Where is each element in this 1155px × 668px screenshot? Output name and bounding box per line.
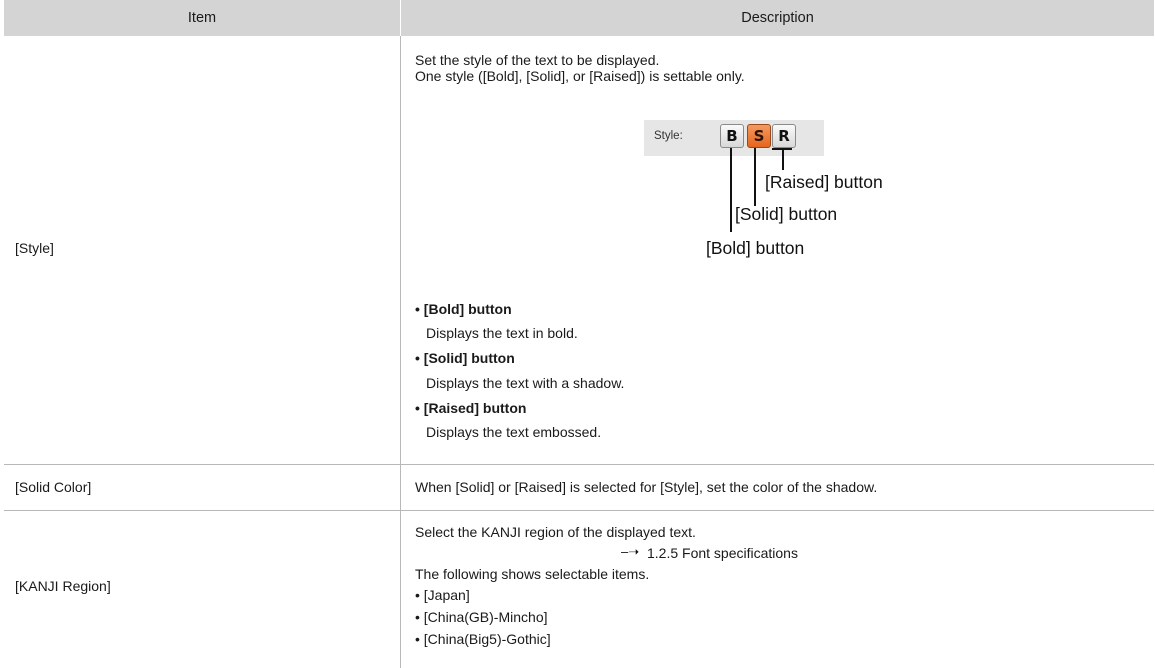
kanji-option-japan: • [Japan] bbox=[415, 587, 470, 603]
solid-button: S bbox=[747, 124, 771, 148]
row-divider bbox=[4, 510, 1154, 511]
solid-color-desc: When [Solid] or [Raised] is selected for… bbox=[415, 479, 878, 495]
raised-callout-line bbox=[782, 148, 784, 170]
bullet-solid-text: Displays the text with a shadow. bbox=[426, 375, 625, 391]
raised-callout-bracket bbox=[772, 148, 792, 150]
style-toolbar-figure: Style: B S R bbox=[644, 120, 824, 156]
bullet-raised-title: • [Raised] button bbox=[415, 400, 527, 416]
kanji-option-china-gb: • [China(GB)-Mincho] bbox=[415, 609, 548, 625]
row-kanji-region-item: [KANJI Region] bbox=[15, 578, 111, 594]
row-style-item: [Style] bbox=[15, 240, 54, 256]
bullet-bold-title: • [Bold] button bbox=[415, 301, 512, 317]
row-divider bbox=[4, 464, 1154, 465]
header-description: Description bbox=[401, 0, 1154, 36]
bold-button: B bbox=[720, 124, 744, 148]
reference-arrow-icon: ‒➝ bbox=[621, 544, 640, 559]
spec-table: Item Description [Style] Set the style o… bbox=[4, 0, 1154, 668]
solid-callout-label: [Solid] button bbox=[735, 204, 838, 224]
raised-callout-label: [Raised] button bbox=[765, 172, 883, 192]
bullet-raised-text: Displays the text embossed. bbox=[426, 424, 602, 440]
header-item: Item bbox=[4, 0, 401, 36]
kanji-desc-line1: Select the KANJI region of the displayed… bbox=[415, 524, 696, 540]
bullet-bold-text: Displays the text in bold. bbox=[426, 325, 578, 341]
style-label: Style: bbox=[654, 130, 683, 142]
row-solid-color-item: [Solid Color] bbox=[15, 479, 92, 495]
raised-button: R bbox=[772, 124, 796, 148]
bold-callout-line bbox=[730, 148, 732, 232]
column-divider bbox=[400, 36, 401, 668]
kanji-desc-line2: The following shows selectable items. bbox=[415, 566, 650, 582]
style-desc-line2: One style ([Bold], [Solid], or [Raised])… bbox=[415, 68, 745, 84]
bold-callout-label: [Bold] button bbox=[706, 238, 805, 258]
solid-callout-line bbox=[754, 148, 756, 206]
kanji-option-china-big5: • [China(Big5)-Gothic] bbox=[415, 631, 551, 647]
font-spec-reference-link[interactable]: 1.2.5 Font specifications bbox=[647, 545, 798, 561]
bullet-solid-title: • [Solid] button bbox=[415, 350, 515, 366]
style-desc-line1: Set the style of the text to be displaye… bbox=[415, 52, 660, 68]
